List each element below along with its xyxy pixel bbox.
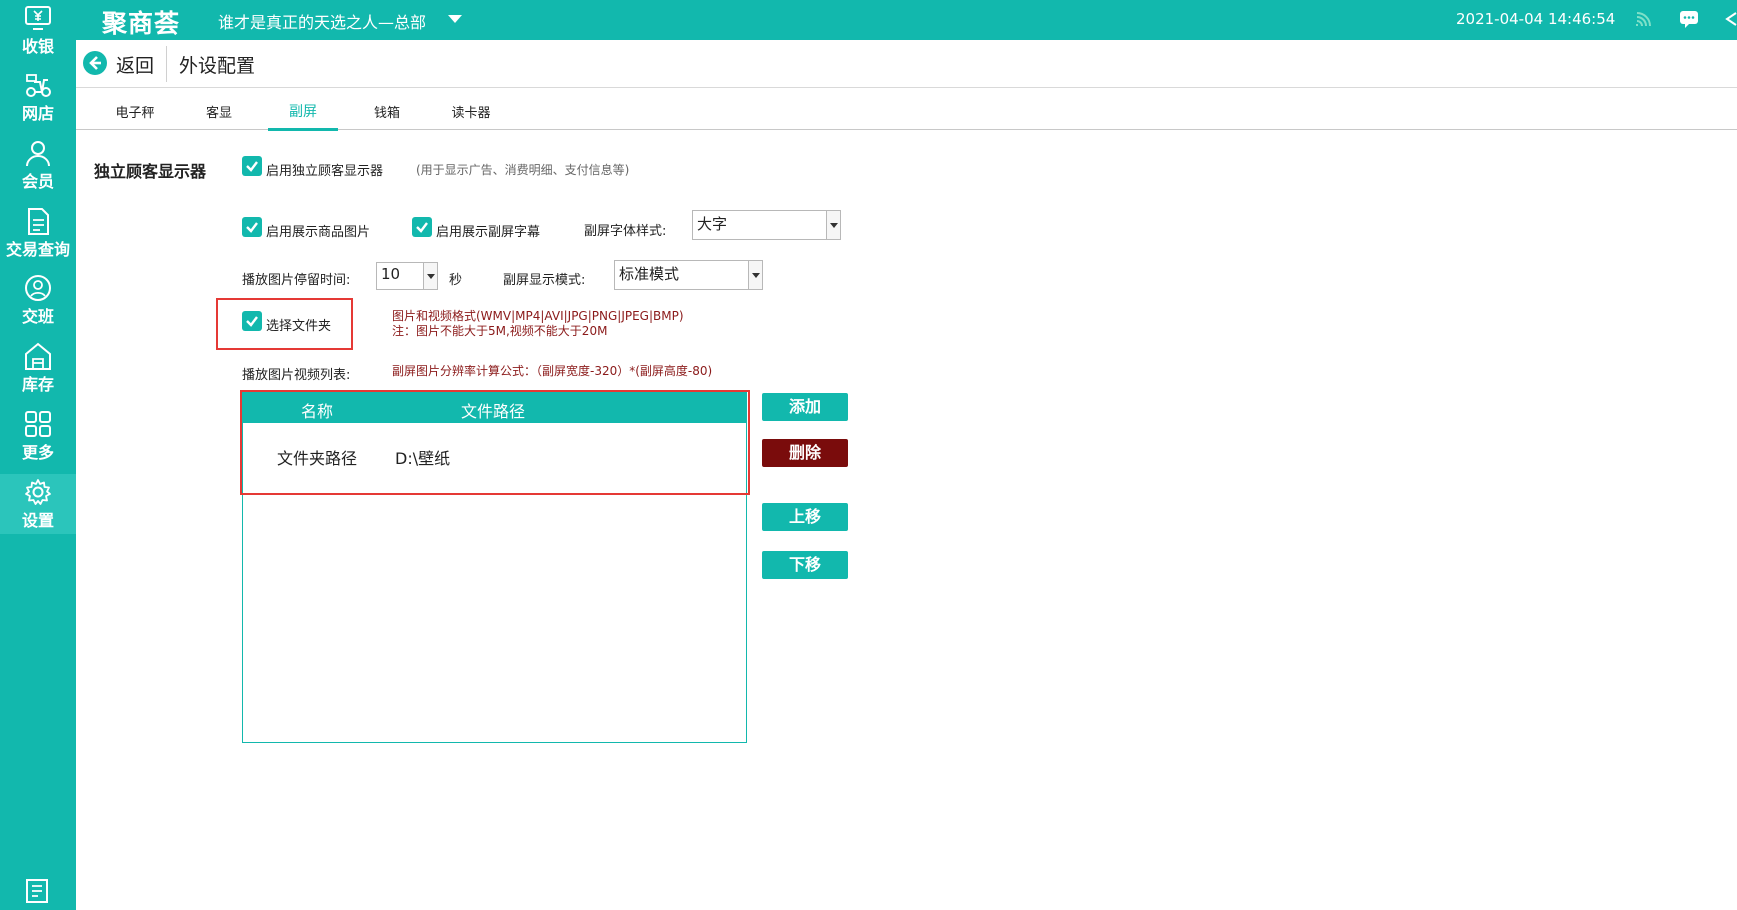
tab-bar: 电子秤 客显 副屏 钱箱 读卡器 — [76, 88, 1737, 131]
chevron-down-icon[interactable] — [448, 15, 462, 23]
select-folder-label: 选择文件夹 — [266, 319, 332, 334]
display-mode-label: 副屏显示模式: — [503, 273, 586, 288]
image-duration-value: 10 — [381, 265, 401, 283]
message-icon[interactable] — [1679, 10, 1699, 28]
wifi-icon — [1636, 12, 1651, 27]
move-down-button[interactable]: 下移 — [762, 551, 848, 579]
sidebar-item-label: 交易查询 — [5, 240, 70, 259]
resolution-formula: 副屏图片分辨率计算公式：（副屏宽度-320）*(副屏高度-80) — [392, 364, 713, 378]
sidebar-item-label: 设置 — [21, 511, 54, 530]
enable-display-hint: (用于显示广告、消费明细、支付信息等) — [416, 163, 630, 177]
sidebar-item-label: 收银 — [21, 37, 54, 56]
store-name[interactable]: 谁才是真正的天选之人—总部 — [218, 9, 426, 33]
member-icon — [26, 141, 50, 167]
arrow-icon[interactable] — [1724, 12, 1737, 26]
sidebar-item-more[interactable]: 更多 — [0, 406, 76, 466]
sidebar-item-settings[interactable]: 设置 — [0, 474, 76, 534]
tab-customer-display[interactable]: 客显 — [184, 102, 254, 121]
grid-icon — [25, 411, 51, 437]
enable-display-label: 启用独立顾客显示器 — [266, 164, 384, 179]
show-product-image-label: 启用展示商品图片 — [266, 225, 371, 240]
format-note-line1: 图片和视频格式(WMV|MP4|AVI|JPG|PNG|JPEG|BMP) — [392, 309, 684, 323]
sidebar-item-online-store[interactable]: 网店 — [0, 67, 76, 127]
sidebar-item-label: 网店 — [21, 104, 54, 123]
tab-cash-drawer[interactable]: 钱箱 — [352, 102, 422, 121]
page-title: 外设配置 — [179, 55, 256, 77]
checkmark-icon — [246, 316, 258, 327]
settings-panel: 独立顾客显示器 启用独立顾客显示器 (用于显示广告、消费明细、支付信息等) 启用… — [76, 131, 1737, 910]
sidebar-item-cashier[interactable]: 收银 — [0, 0, 76, 60]
dropdown-arrow-icon — [826, 211, 840, 239]
sidebar-item-transactions[interactable]: 交易查询 — [0, 203, 76, 263]
top-bar: 聚商荟 谁才是真正的天选之人—总部 2021-04-04 14:46:54 — [0, 0, 1737, 40]
format-note-line2: 注：图片不能大于5M,视频不能大于20M — [392, 324, 608, 338]
document-icon — [28, 208, 49, 235]
image-duration-label: 播放图片停留时间: — [242, 273, 351, 288]
table-row-highlight — [240, 390, 750, 495]
back-arrow-icon[interactable] — [82, 50, 108, 76]
sidebar-item-label: 更多 — [21, 443, 54, 462]
sidebar-item-label: 库存 — [21, 375, 54, 394]
font-style-label: 副屏字体样式: — [584, 224, 667, 239]
tab-card-reader[interactable]: 读卡器 — [436, 102, 506, 121]
datetime-display: 2021-04-04 14:46:54 — [1456, 10, 1616, 28]
page-header: 返回 外设配置 — [76, 40, 1737, 88]
display-mode-select[interactable]: 标准模式 — [614, 260, 763, 290]
tab-second-screen[interactable]: 副屏 — [268, 101, 338, 121]
tab-scale[interactable]: 电子秤 — [100, 102, 170, 121]
checkmark-icon — [246, 161, 258, 172]
dropdown-arrow-icon — [423, 263, 437, 289]
show-product-image-checkbox[interactable] — [242, 217, 262, 237]
app-logo: 聚商荟 — [102, 9, 181, 38]
book-icon[interactable] — [24, 878, 52, 904]
warehouse-icon — [25, 342, 51, 370]
gear-icon — [25, 479, 51, 505]
dropdown-arrow-icon — [748, 261, 762, 289]
checkmark-icon — [416, 222, 428, 233]
delete-button[interactable]: 删除 — [762, 439, 848, 467]
show-subtitle-checkbox[interactable] — [412, 217, 432, 237]
duration-unit: 秒 — [449, 273, 463, 288]
checkmark-icon — [246, 222, 258, 233]
section-title: 独立顾客显示器 — [94, 162, 207, 181]
back-button[interactable]: 返回 — [116, 51, 154, 78]
shift-icon — [25, 275, 51, 301]
delivery-icon — [26, 74, 51, 97]
add-button[interactable]: 添加 — [762, 393, 848, 421]
image-duration-select[interactable]: 10 — [376, 262, 438, 290]
select-folder-checkbox[interactable] — [242, 311, 262, 331]
playlist-label: 播放图片视频列表: — [242, 368, 351, 383]
cashier-icon — [25, 6, 51, 30]
show-subtitle-label: 启用展示副屏字幕 — [436, 225, 541, 240]
header-divider — [166, 46, 167, 82]
sidebar-item-label: 交班 — [21, 307, 54, 326]
font-style-select[interactable]: 大字 — [692, 210, 841, 240]
display-mode-value: 标准模式 — [619, 265, 680, 283]
font-style-value: 大字 — [697, 215, 728, 233]
format-note: 图片和视频格式(WMV|MP4|AVI|JPG|PNG|JPEG|BMP) 注：… — [392, 309, 684, 339]
sidebar-item-label: 会员 — [21, 172, 54, 191]
sidebar-item-member[interactable]: 会员 — [0, 135, 76, 195]
sidebar-item-inventory[interactable]: 库存 — [0, 338, 76, 398]
sidebar: 收银 网店 会员 交易查询 交班 库存 更多 设置 — [0, 0, 76, 910]
sidebar-item-shift[interactable]: 交班 — [0, 270, 76, 330]
enable-display-checkbox[interactable] — [242, 156, 262, 176]
move-up-button[interactable]: 上移 — [762, 503, 848, 531]
